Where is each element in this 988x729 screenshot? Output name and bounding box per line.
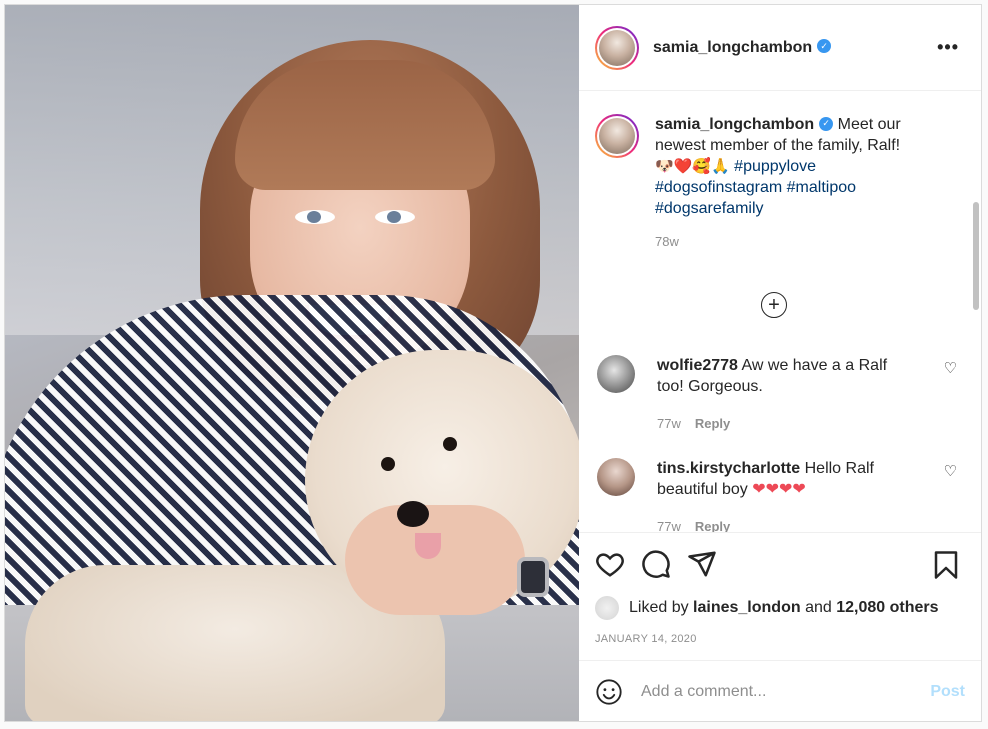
comment-hearts: ❤❤❤❤	[752, 481, 806, 498]
reply-button[interactable]: Reply	[695, 519, 730, 532]
action-icons	[595, 549, 965, 583]
post-header: samia_longchambon ✓ •••	[579, 5, 981, 91]
comment-time[interactable]: 77w	[657, 416, 681, 431]
comment-body: tins.kirstycharlotte Hello Ralf beautifu…	[657, 458, 907, 532]
commenter-avatar[interactable]	[597, 458, 635, 496]
photo-dog-tongue	[415, 533, 441, 559]
share-icon[interactable]	[687, 549, 717, 579]
add-comment-bar: Post	[579, 660, 981, 722]
post-date[interactable]: JANUARY 14, 2020	[595, 633, 697, 645]
post-container: samia_longchambon ✓ ••• samia_longchambon…	[4, 4, 982, 722]
liker-username[interactable]: laines_london	[693, 599, 801, 617]
photo-eye	[295, 210, 335, 224]
caption-username[interactable]: samia_longchambon	[655, 116, 814, 133]
reply-button[interactable]: Reply	[695, 416, 730, 431]
photo-bangs	[235, 60, 495, 190]
comment-username[interactable]: tins.kirstycharlotte	[657, 460, 800, 477]
hashtag-link[interactable]: #puppylove	[734, 158, 816, 175]
avatar[interactable]	[595, 25, 639, 70]
hashtag-link[interactable]: #dogsofinstagram	[655, 179, 782, 196]
caption: samia_longchambon ✓ Meet our newest membe…	[595, 114, 955, 252]
comment-meta: 77w Reply	[657, 413, 907, 434]
verified-badge-icon: ✓	[817, 39, 832, 54]
caption-emojis: 🐶❤️🥰🙏	[655, 158, 730, 175]
photo-eye	[375, 210, 415, 224]
comment-icon[interactable]	[641, 549, 671, 579]
emoji-icon[interactable]	[595, 678, 623, 706]
post-actions: Liked by laines_london and 12,080 others…	[579, 532, 981, 721]
bookmark-icon[interactable]	[931, 549, 961, 581]
post-comment-button[interactable]: Post	[930, 683, 965, 701]
header-username[interactable]: samia_longchambon ✓	[653, 39, 832, 57]
heart-icon[interactable]	[595, 549, 625, 579]
caption-text: samia_longchambon ✓ Meet our newest membe…	[655, 114, 935, 252]
likes-summary: Liked by laines_london and 12,080 others	[595, 596, 939, 620]
comment-meta: 77w Reply	[657, 516, 907, 532]
comment-username[interactable]: wolfie2778	[657, 357, 738, 374]
photo-dog-eye	[381, 457, 395, 471]
caption-avatar[interactable]	[595, 114, 639, 158]
avatar-image	[599, 29, 635, 66]
load-more-comments-icon[interactable]: +	[761, 292, 787, 318]
hashtag-link[interactable]: #dogsarefamily	[655, 200, 764, 217]
scrollbar[interactable]	[973, 202, 979, 310]
comment-input[interactable]	[641, 682, 891, 701]
verified-badge-icon: ✓	[819, 116, 834, 131]
post-sidebar: samia_longchambon ✓ ••• samia_longchambon…	[579, 5, 981, 721]
liker-avatar[interactable]	[595, 596, 619, 620]
photo-dog-nose	[397, 501, 429, 527]
photo-hand	[345, 505, 525, 615]
photo-dog-eye	[443, 437, 457, 451]
comments-list[interactable]: samia_longchambon ✓ Meet our newest membe…	[579, 92, 981, 532]
commenter-avatar[interactable]	[597, 355, 635, 393]
comment-item: tins.kirstycharlotte Hello Ralf beautifu…	[597, 458, 957, 532]
comment-body: wolfie2778 Aw we have a a Ralf too! Gorg…	[657, 355, 907, 434]
caption-time[interactable]: 78w	[655, 231, 935, 252]
comment-item: wolfie2778 Aw we have a a Ralf too! Gorg…	[597, 355, 957, 434]
more-options-icon[interactable]: •••	[937, 37, 965, 58]
hashtag-link[interactable]: #maltipoo	[787, 179, 856, 196]
like-comment-heart-icon[interactable]: ♡	[944, 462, 957, 480]
like-comment-heart-icon[interactable]: ♡	[944, 359, 957, 377]
post-photo[interactable]	[5, 5, 579, 721]
comment-time[interactable]: 77w	[657, 519, 681, 532]
likes-count[interactable]: 12,080 others	[836, 599, 938, 617]
photo-watch	[517, 557, 549, 597]
